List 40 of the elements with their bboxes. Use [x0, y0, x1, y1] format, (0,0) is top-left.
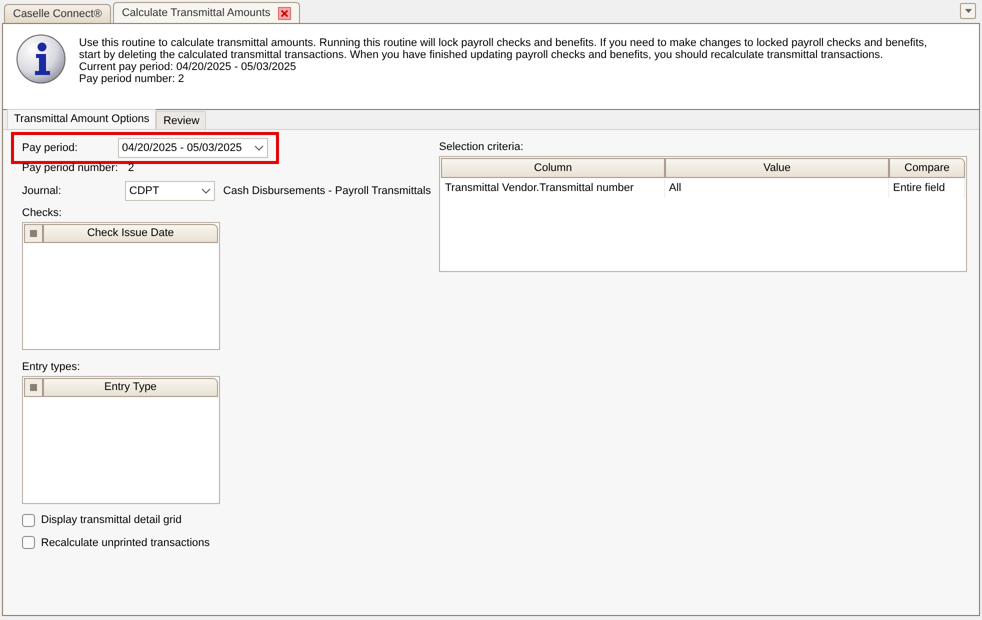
document-tab[interactable]: Calculate Transmittal Amounts	[112, 2, 300, 23]
section-label: Entry types:	[22, 360, 82, 374]
journal-description: Cash Disbursements - Payroll Transmittals	[223, 184, 431, 199]
info-text: start by deleting the calculated transmittal transactions. When you have finished updating payroll checks and benefits, you should recalculate transmittal transactions.	[79, 49, 884, 61]
field-label: Pay period:	[22, 140, 79, 156]
dropdown-button[interactable]	[960, 3, 976, 19]
column-header[interactable]: Compare	[889, 158, 965, 178]
tab[interactable]: Transmittal Amount Options	[7, 109, 156, 129]
column-header[interactable]: Column	[441, 158, 665, 178]
caret-down-icon	[964, 9, 972, 13]
select-all-checkbox[interactable]	[24, 378, 43, 397]
tab[interactable]: Review	[156, 111, 206, 129]
info-text: Use this routine to calculate transmittal amounts. Running this routine will lock payroll checks and benefits. If you need to make changes to locked payroll checks and benefits,	[79, 37, 928, 49]
table-cell: Transmittal Vendor.Transmittal number	[441, 178, 665, 198]
chevron-down-icon	[254, 145, 264, 151]
column-header[interactable]: Entry Type	[43, 378, 218, 397]
tab-label: Caselle Connect®	[13, 6, 102, 22]
document-tab[interactable]: Caselle Connect®	[4, 4, 111, 23]
journal-dropdown[interactable]: CDPT	[125, 181, 216, 201]
table-cell: All	[665, 178, 889, 198]
checkbox-label: Recalculate unprinted transactions	[41, 536, 210, 550]
section-label: Selection criteria:	[439, 140, 524, 154]
tab-label: Calculate Transmittal Amounts	[122, 6, 270, 21]
section-label: Checks:	[22, 206, 63, 220]
select-all-checkbox[interactable]	[24, 224, 43, 243]
column-header[interactable]: Value	[665, 158, 889, 178]
close-icon[interactable]	[278, 6, 292, 20]
info-text: Pay period number: 2	[79, 73, 186, 85]
table-cell: Entire field	[889, 178, 965, 198]
chevron-down-icon	[201, 188, 212, 194]
checkbox[interactable]	[22, 514, 35, 527]
info-text: Current pay period: 04/20/2025 - 05/03/2025	[79, 61, 298, 73]
checkbox[interactable]	[22, 536, 35, 550]
checkbox-label: Display transmittal detail grid	[41, 513, 182, 528]
field-label: Pay period number:	[22, 160, 119, 176]
column-header[interactable]: Check Issue Date	[43, 224, 218, 243]
pay-period-dropdown[interactable]: 04/20/2025 - 05/03/2025	[118, 138, 268, 158]
field-value: 2	[128, 160, 134, 176]
field-label: Journal:	[22, 184, 62, 199]
info-icon	[15, 33, 67, 85]
